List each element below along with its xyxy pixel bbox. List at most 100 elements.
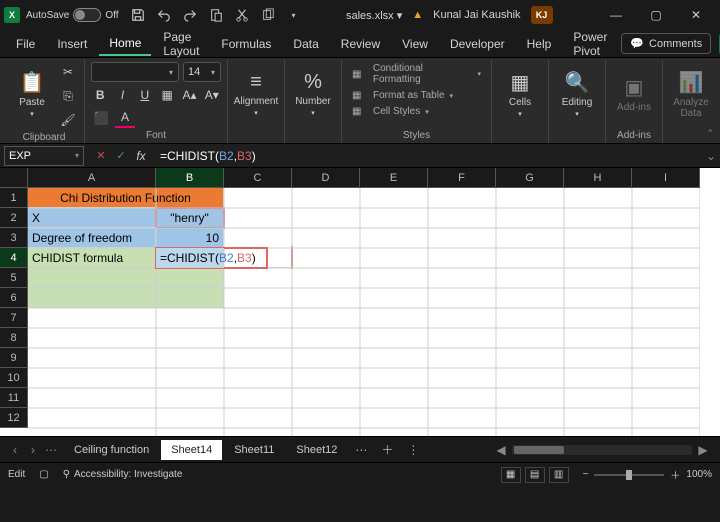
sheet-tab-ceiling-function[interactable]: Ceiling function xyxy=(64,440,159,460)
col-header-d[interactable]: D xyxy=(292,168,360,188)
number-format-button[interactable]: % Number ▾ xyxy=(291,62,335,126)
row-header-3[interactable]: 3 xyxy=(0,228,28,248)
tab-view[interactable]: View xyxy=(392,33,438,55)
row-header-2[interactable]: 2 xyxy=(0,208,28,228)
editing-button[interactable]: 🔍 Editing ▾ xyxy=(555,62,599,126)
row-header-7[interactable]: 7 xyxy=(0,308,28,328)
new-sheet-button[interactable]: ＋ xyxy=(375,441,399,458)
cut-button[interactable]: ✂ xyxy=(58,62,78,82)
cell-b6[interactable] xyxy=(156,288,224,308)
sheet-nav-more[interactable]: ⋯ xyxy=(44,443,58,457)
analyze-data-button[interactable]: 📊 Analyze Data xyxy=(669,62,713,126)
cell-a4[interactable]: CHIDIST formula xyxy=(28,248,156,268)
sheet-options-button[interactable]: ⋮ xyxy=(401,443,425,457)
comments-button[interactable]: 💬 Comments xyxy=(621,33,711,54)
col-header-c[interactable]: C xyxy=(224,168,292,188)
formula-input[interactable]: =CHIDIST(B2,B3) xyxy=(154,149,702,163)
scroll-track[interactable] xyxy=(512,445,692,455)
scroll-thumb[interactable] xyxy=(514,446,564,454)
cell-b5[interactable] xyxy=(156,268,224,288)
cell-b4[interactable]: =CHIDIST(B2,B3) xyxy=(156,248,224,268)
row-header-1[interactable]: 1 xyxy=(0,188,28,208)
qat-dropdown-icon[interactable]: ▾ xyxy=(285,6,303,24)
cell-a5[interactable] xyxy=(28,268,156,288)
redo-icon[interactable] xyxy=(181,6,199,24)
save-icon[interactable] xyxy=(129,6,147,24)
paste-button[interactable]: 📋 Paste ▾ xyxy=(10,62,54,126)
scroll-right-button[interactable]: ▶ xyxy=(696,443,710,457)
row-header-9[interactable]: 9 xyxy=(0,348,28,368)
sheet-nav-prev[interactable]: ‹ xyxy=(8,443,22,457)
row-header-5[interactable]: 5 xyxy=(0,268,28,288)
col-header-i[interactable]: I xyxy=(632,168,700,188)
view-page-layout-button[interactable]: ▤ xyxy=(525,467,545,483)
sheet-tab-sheet11[interactable]: Sheet11 xyxy=(224,440,284,460)
format-painter-button[interactable]: 🖌 xyxy=(58,110,78,130)
undo-icon[interactable] xyxy=(155,6,173,24)
tab-data[interactable]: Data xyxy=(283,33,328,55)
collapse-ribbon-button[interactable]: ⌃ xyxy=(706,128,714,139)
maximize-button[interactable]: ▢ xyxy=(636,0,676,30)
row-header-11[interactable]: 11 xyxy=(0,388,28,408)
user-avatar-badge[interactable]: KJ xyxy=(531,6,553,24)
increase-font-button[interactable]: A▴ xyxy=(180,85,198,105)
autosave-switch-icon[interactable] xyxy=(73,8,101,22)
bold-button[interactable]: B xyxy=(91,85,109,105)
paste-special-icon[interactable] xyxy=(207,6,225,24)
cell-a2[interactable]: X xyxy=(28,208,156,228)
horizontal-scrollbar[interactable]: ◀ ▶ xyxy=(427,443,716,457)
zoom-out-button[interactable]: − xyxy=(583,469,589,480)
row-header-12[interactable]: 12 xyxy=(0,408,28,428)
view-page-break-button[interactable]: ▥ xyxy=(549,467,569,483)
zoom-slider[interactable] xyxy=(594,474,664,476)
cell-b3[interactable]: 10 xyxy=(156,228,224,248)
zoom-level[interactable]: 100% xyxy=(686,469,712,480)
tab-file[interactable]: File xyxy=(6,33,45,55)
cell-a6[interactable] xyxy=(28,288,156,308)
cell-styles-button[interactable]: ▦Cell Styles▾ xyxy=(348,105,485,118)
tab-help[interactable]: Help xyxy=(517,33,562,55)
font-size-combo[interactable]: 14 ▾ xyxy=(183,62,221,82)
addins-button[interactable]: ▣ Add-ins xyxy=(612,62,656,126)
fill-color-button[interactable]: ⬛ xyxy=(91,108,111,128)
sheet-tab-sheet12[interactable]: Sheet12 xyxy=(286,440,347,460)
tab-home[interactable]: Home xyxy=(99,32,151,56)
insert-function-button[interactable]: fx xyxy=(132,147,150,165)
row-header-6[interactable]: 6 xyxy=(0,288,28,308)
tab-formulas[interactable]: Formulas xyxy=(211,33,281,55)
tab-insert[interactable]: Insert xyxy=(47,33,97,55)
border-button[interactable]: ▦ xyxy=(158,85,176,105)
col-header-e[interactable]: E xyxy=(360,168,428,188)
sheet-nav-ellipsis[interactable]: ⋯ xyxy=(349,443,373,457)
select-all-corner[interactable] xyxy=(0,168,28,188)
decrease-font-button[interactable]: A▾ xyxy=(203,85,221,105)
font-name-combo[interactable]: ▾ xyxy=(91,62,179,82)
tab-review[interactable]: Review xyxy=(331,33,390,55)
row-header-8[interactable]: 8 xyxy=(0,328,28,348)
autosave-toggle[interactable]: AutoSave Off xyxy=(26,8,119,22)
workbook-filename[interactable]: sales.xlsx ▾ xyxy=(346,9,402,22)
copy-button[interactable]: ⎘ xyxy=(58,86,78,106)
col-header-h[interactable]: H xyxy=(564,168,632,188)
expand-formula-bar-button[interactable]: ⌄ xyxy=(702,149,720,163)
enter-formula-button[interactable]: ✓ xyxy=(112,147,130,165)
macro-record-icon[interactable]: ▢ xyxy=(39,469,48,480)
alignment-button[interactable]: ≡ Alignment ▾ xyxy=(234,62,278,126)
view-normal-button[interactable]: ▦ xyxy=(501,467,521,483)
sheet-nav-next[interactable]: › xyxy=(26,443,40,457)
conditional-formatting-button[interactable]: ▦Conditional Formatting▾ xyxy=(348,62,485,86)
signed-in-user[interactable]: Kunal Jai Kaushik xyxy=(433,9,520,21)
accessibility-status[interactable]: ⚲ Accessibility: Investigate xyxy=(63,469,183,480)
cut-icon[interactable] xyxy=(233,6,251,24)
row-header-4[interactable]: 4 xyxy=(0,248,28,268)
col-header-b[interactable]: B xyxy=(156,168,224,188)
cell-a3[interactable]: Degree of freedom xyxy=(28,228,156,248)
cell-b2[interactable]: "henry" xyxy=(156,208,224,228)
tab-developer[interactable]: Developer xyxy=(440,33,515,55)
col-header-a[interactable]: A xyxy=(28,168,156,188)
cancel-formula-button[interactable]: ✕ xyxy=(92,147,110,165)
col-header-g[interactable]: G xyxy=(496,168,564,188)
underline-button[interactable]: U xyxy=(136,85,154,105)
italic-button[interactable]: I xyxy=(113,85,131,105)
name-box[interactable]: EXP ▾ xyxy=(4,146,84,166)
